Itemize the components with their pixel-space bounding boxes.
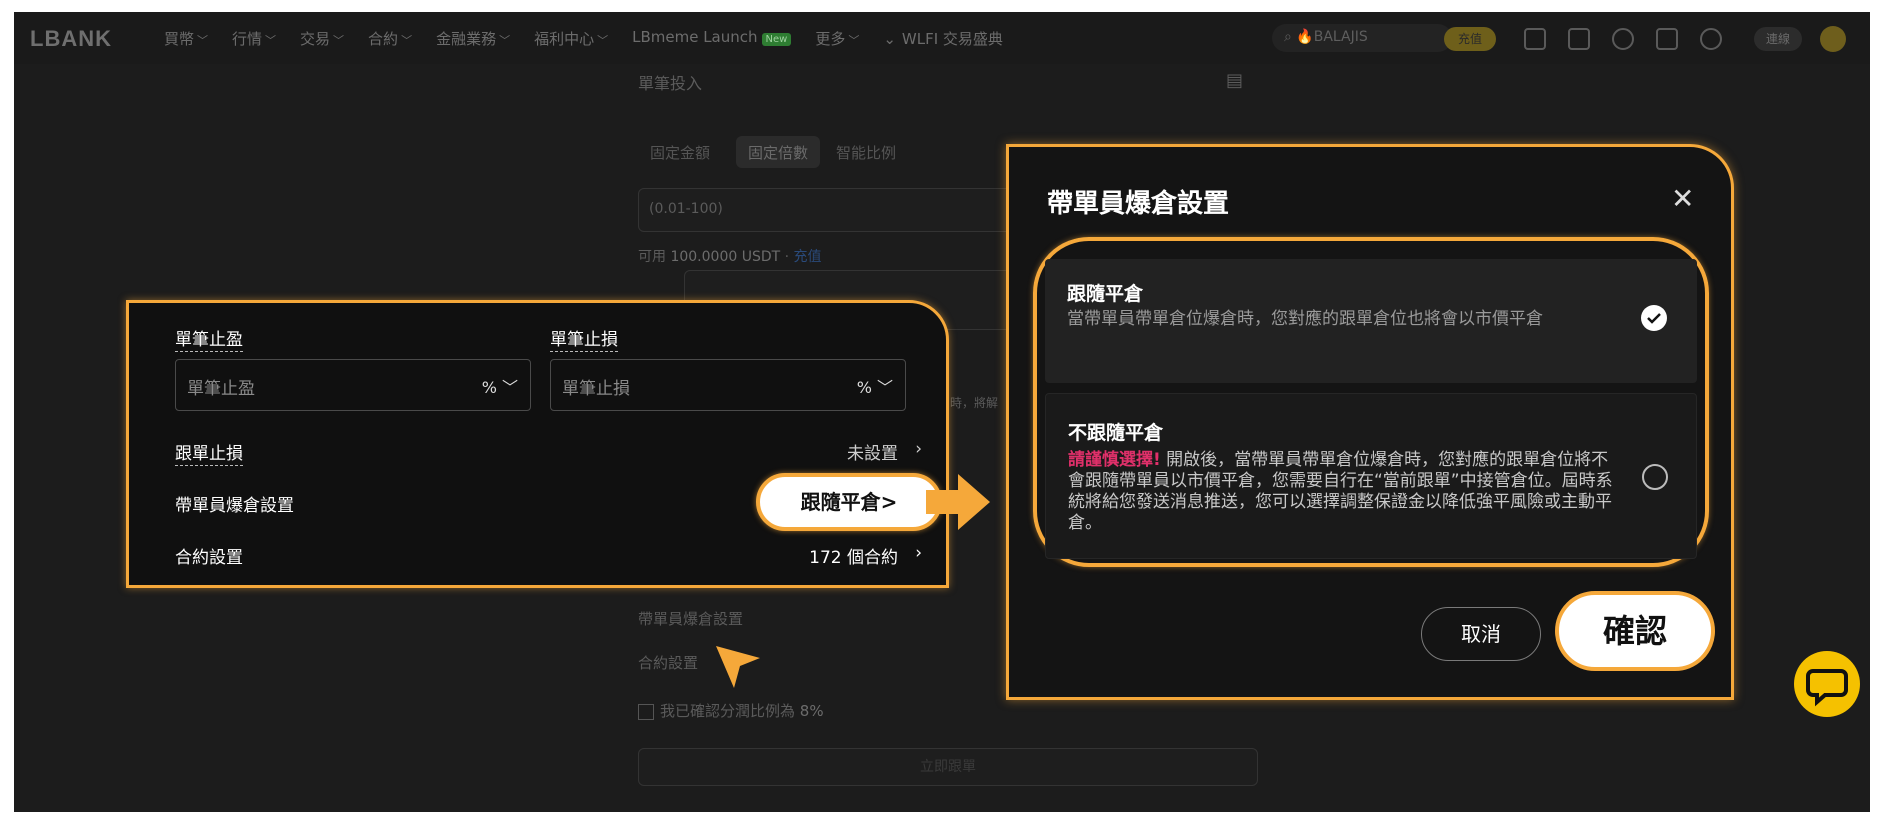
chevron-right-icon: › [915, 439, 922, 459]
nav-item-wlfi[interactable]: ⌄ WLFI 交易盛典 [883, 28, 1003, 49]
arrow-right-icon [926, 474, 990, 530]
submit-button[interactable]: 立即跟單 [638, 748, 1258, 786]
warning-text: 請謹慎選擇! [1068, 450, 1161, 470]
available-balance: 可用 100.0000 USDT · 充值 [638, 249, 822, 265]
orders-icon[interactable] [1568, 28, 1590, 50]
nav-item-market[interactable]: 行情 ﹀ [232, 28, 276, 49]
contract-value[interactable]: 172 個合約 [809, 543, 898, 568]
nav-item-finance[interactable]: 金融業務 ﹀ [436, 28, 510, 49]
check-icon[interactable] [1641, 305, 1667, 331]
stop-loss-input[interactable]: 單筆止損 % ﹀ [550, 359, 906, 411]
cancel-button[interactable]: 取消 [1421, 607, 1541, 661]
deposit-button[interactable]: 充值 [1444, 27, 1496, 51]
chat-support-button[interactable] [1794, 651, 1860, 717]
unit-select[interactable]: % ﹀ [482, 374, 518, 398]
liquidation-settings-modal: 帶單員爆倉設置 ✕ 跟隨平倉 當帶單員帶單倉位爆倉時，您對應的跟單倉位也將會以市… [1006, 144, 1734, 700]
top-nav: LBANK 買幣 ﹀ 行情 ﹀ 交易 ﹀ 合約 ﹀ 金融業務 ﹀ 福利中心 ﹀ LBmeme… [14, 12, 1870, 64]
search-icon: ⌕ [1284, 29, 1297, 45]
liquidation-callout[interactable]: 跟隨平倉> [756, 473, 942, 531]
chevron-down-icon: ﹀ [501, 378, 518, 397]
section-title: 單筆投入 [638, 74, 703, 93]
download-icon[interactable] [1656, 28, 1678, 50]
confirm-button[interactable]: 確認 [1555, 591, 1715, 671]
history-icon[interactable]: ▤ [1226, 70, 1243, 91]
connect-button[interactable]: 連線 [1754, 27, 1802, 51]
nav-item-rewards[interactable]: 福利中心 ﹀ [534, 28, 608, 49]
chat-icon [1806, 669, 1848, 707]
nav-item-buy[interactable]: 買幣 ﹀ [164, 28, 208, 49]
contract-label: 合約設置 [175, 548, 243, 568]
pointer-cursor-icon [716, 646, 760, 688]
unit-select[interactable]: % ﹀ [857, 374, 893, 398]
bell-icon[interactable] [1612, 28, 1634, 50]
tp-label: 單筆止盈 [175, 325, 243, 352]
copy-settings-panel: 單筆止盈 單筆止損 單筆止盈 % ﹀ 單筆止損 % ﹀ 跟單止損 未設置 › 帶… [126, 300, 949, 588]
nav-links: 買幣 ﹀ 行情 ﹀ 交易 ﹀ 合約 ﹀ 金融業務 ﹀ 福利中心 ﹀ LBmeme Launc… [164, 28, 1003, 49]
app-screen: LBANK 買幣 ﹀ 行情 ﹀ 交易 ﹀ 合約 ﹀ 金融業務 ﹀ 福利中心 ﹀ LBmeme… [14, 12, 1870, 812]
bg-contract-label: 合約設置 [638, 654, 699, 672]
take-profit-input[interactable]: 單筆止盈 % ﹀ [175, 359, 531, 411]
chevron-right-icon: › [915, 543, 922, 563]
option-desc: 當帶單員帶單倉位爆倉時，您對應的跟單倉位也將會以市價平倉 [1067, 309, 1543, 329]
new-badge: New [761, 33, 792, 46]
option-follow-close[interactable]: 跟隨平倉 當帶單員帶單倉位爆倉時，您對應的跟單倉位也將會以市價平倉 [1045, 259, 1697, 383]
options-group: 跟隨平倉 當帶單員帶單倉位爆倉時，您對應的跟單倉位也將會以市價平倉 不跟隨平倉 … [1033, 237, 1709, 567]
avatar[interactable] [1820, 26, 1846, 52]
close-icon[interactable]: ✕ [1671, 185, 1694, 213]
globe-icon[interactable] [1700, 28, 1722, 50]
tab-smart-ratio[interactable]: 智能比例 [824, 136, 908, 168]
partial-notice: 時，將解 [950, 396, 999, 410]
sl-label: 單筆止損 [550, 325, 618, 352]
nav-item-trade[interactable]: 交易 ﹀ [300, 28, 344, 49]
bg-liq-label: 帶單員爆倉設置 [638, 610, 744, 628]
multiple-input[interactable]: (0.01-100) [638, 188, 1018, 232]
option-desc: 請謹慎選擇! 開啟後，當帶單員帶單倉位爆倉時，您對應的跟單倉位將不會跟隨帶單員以… [1068, 450, 1613, 533]
option-not-follow-close[interactable]: 不跟隨平倉 請謹慎選擇! 開啟後，當帶單員帶單倉位爆倉時，您對應的跟單倉位將不會… [1045, 393, 1697, 559]
option-title: 跟隨平倉 [1067, 283, 1144, 305]
wlfi-icon: ⌄ [883, 29, 896, 48]
radio-button[interactable] [1642, 464, 1668, 490]
wallet-icon[interactable] [1524, 28, 1546, 50]
option-title: 不跟隨平倉 [1068, 422, 1164, 444]
nav-item-contract[interactable]: 合約 ﹀ [368, 28, 412, 49]
share-confirm-checkbox[interactable]: 我已確認分潤比例為 8% [638, 700, 824, 721]
tab-fixed-amount[interactable]: 固定金額 [638, 136, 722, 168]
chevron-down-icon: ﹀ [876, 378, 893, 397]
tab-fixed-multiple[interactable]: 固定倍數 [736, 136, 821, 168]
logo[interactable]: LBANK [30, 26, 112, 52]
trailing-sl-label: 跟單止損 [175, 439, 243, 466]
nav-item-launch[interactable]: LBmeme Launch New [632, 28, 792, 49]
nav-item-more[interactable]: 更多 ﹀ [815, 28, 859, 49]
search-input[interactable]: ⌕ 🔥BALAJIS [1272, 24, 1452, 52]
trailing-sl-value[interactable]: 未設置 [847, 439, 898, 464]
liquidation-label: 帶單員爆倉設置 [175, 496, 294, 516]
modal-title: 帶單員爆倉設置 [1047, 189, 1230, 219]
